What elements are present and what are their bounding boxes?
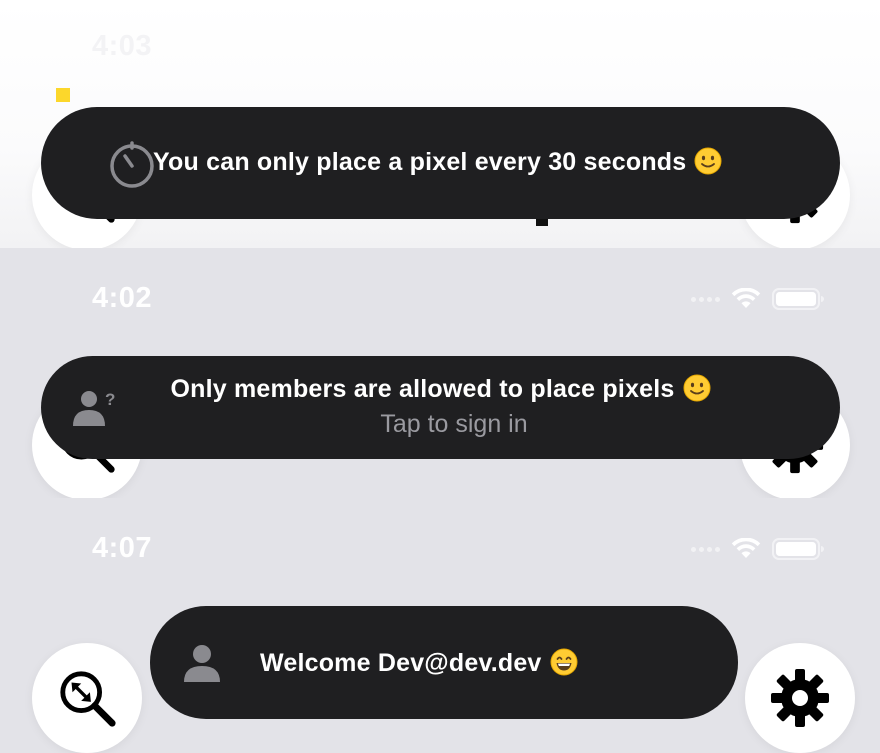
status-bar-icons <box>691 538 824 560</box>
sign-in-link[interactable]: Tap to sign in <box>41 410 867 439</box>
toast-notification[interactable]: Welcome Dev@dev.dev <box>150 606 738 719</box>
person-icon <box>182 642 222 684</box>
settings-button[interactable] <box>745 643 855 753</box>
zoom-icon <box>56 667 118 729</box>
slightly-smiling-face-icon <box>694 147 722 175</box>
toast-notification[interactable]: You can only place a pixel every 30 seco… <box>41 107 840 219</box>
cellular-signal-icon <box>691 546 720 552</box>
notification-panel-welcome: 4:07 Welcome Dev@dev.dev <box>0 498 880 753</box>
status-time: 4:07 <box>92 532 153 564</box>
status-bar-icons <box>730 38 824 60</box>
battery-icon <box>772 288 824 310</box>
notification-panel-members-only: 4:02 ? Only members are allowed to place… <box>0 248 880 498</box>
slightly-smiling-face-icon <box>683 374 711 402</box>
timer-icon <box>107 139 157 189</box>
battery-icon <box>772 538 824 560</box>
toast-notification[interactable]: ? Only members are allowed to place pixe… <box>41 356 840 459</box>
status-time: 4:02 <box>92 282 153 314</box>
gear-icon <box>768 666 832 730</box>
status-time: 4:03 <box>92 30 153 62</box>
status-bar-icons <box>691 288 824 310</box>
toast-message: You can only place a pixel every 30 seco… <box>153 148 687 176</box>
toast-message: Welcome Dev@dev.dev <box>260 649 542 677</box>
wifi-icon <box>730 538 762 560</box>
placed-pixel <box>56 88 70 102</box>
wifi-icon <box>730 38 762 60</box>
wifi-icon <box>730 288 762 310</box>
notification-panel-timer: 4:03 You can only place a pixel every 30… <box>0 0 880 248</box>
battery-icon <box>772 38 824 60</box>
toast-message: Only members are allowed to place pixels <box>170 375 675 403</box>
zoom-button[interactable] <box>32 643 142 753</box>
grinning-face-icon <box>550 648 578 676</box>
cellular-signal-icon <box>691 296 720 302</box>
